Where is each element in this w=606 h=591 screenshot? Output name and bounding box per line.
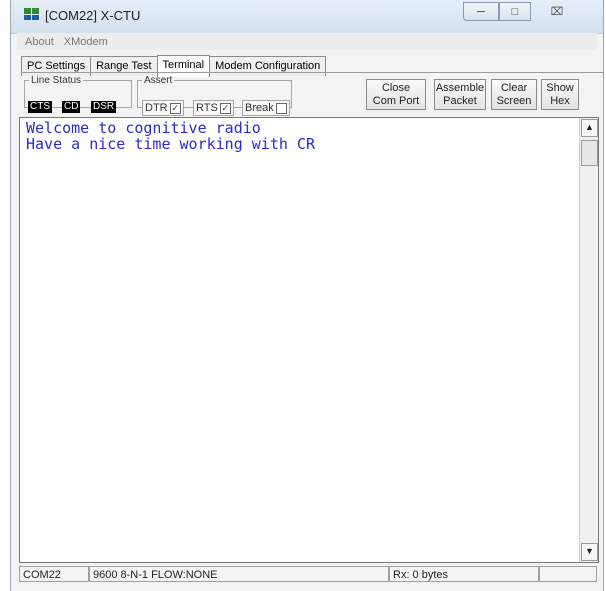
- status-extra: [539, 566, 597, 582]
- assemble-packet-line1: Assemble: [435, 82, 485, 94]
- window-title: [COM22] X-CTU: [45, 8, 141, 23]
- menu-bar: About XModem: [17, 33, 597, 50]
- terminal-output[interactable]: Welcome to cognitive radio Have a nice t…: [19, 117, 599, 563]
- terminal-text: Welcome to cognitive radio Have a nice t…: [26, 120, 315, 152]
- maximize-icon: □: [511, 5, 519, 18]
- assert-label: Assert: [144, 75, 173, 86]
- minimize-icon: ─: [477, 5, 485, 18]
- close-button[interactable]: ⌧: [531, 2, 583, 21]
- status-bar: COM22 9600 8-N-1 FLOW:NONE Rx: 0 bytes: [19, 566, 599, 584]
- window-controls: ─ □ ⌧: [463, 2, 593, 22]
- status-rx: Rx: 0 bytes: [389, 566, 539, 582]
- rts-label: RTS: [196, 102, 218, 114]
- rts-check-icon: ✓: [219, 102, 231, 114]
- break-check-icon: [275, 102, 287, 114]
- dtr-checkbox[interactable]: DTR ✓: [142, 100, 184, 116]
- terminal-line: Have a nice time working with CR: [26, 135, 315, 153]
- cts-indicator: CTS: [28, 101, 52, 113]
- arrow-down-icon: ▼: [585, 546, 594, 556]
- close-icon: ⌧: [550, 6, 564, 18]
- scroll-down-button[interactable]: ▼: [581, 543, 598, 561]
- dtr-check-icon: ✓: [169, 102, 181, 114]
- menu-about[interactable]: About: [25, 36, 54, 48]
- show-hex-line2: Hex: [550, 95, 570, 107]
- app-icon: [24, 8, 39, 20]
- cd-indicator: CD: [62, 101, 81, 113]
- assert-group: Assert DTR ✓ RTS ✓ Break: [137, 75, 292, 116]
- status-settings: 9600 8-N-1 FLOW:NONE: [89, 566, 389, 582]
- break-label: Break: [245, 102, 274, 114]
- vertical-scrollbar[interactable]: ▲ ▼: [579, 118, 598, 562]
- maximize-button[interactable]: □: [499, 2, 531, 21]
- close-com-port-line2: Com Port: [372, 95, 420, 107]
- close-com-port-button[interactable]: Close Com Port: [366, 79, 426, 110]
- scroll-thumb[interactable]: [581, 140, 598, 166]
- line-status-label: Line Status: [31, 75, 82, 86]
- terminal-toolbar: Line Status CTS CD DSR Assert DTR ✓ RTS ✓ …: [21, 72, 603, 117]
- close-com-port-line1: Close: [381, 82, 411, 94]
- assemble-packet-line2: Packet: [443, 95, 477, 107]
- dtr-label: DTR: [145, 102, 168, 114]
- clear-screen-button[interactable]: Clear Screen: [491, 79, 537, 110]
- assemble-packet-button[interactable]: Assemble Packet: [434, 79, 486, 110]
- show-hex-button[interactable]: Show Hex: [541, 79, 579, 110]
- clear-screen-line1: Clear: [500, 82, 528, 94]
- minimize-button[interactable]: ─: [463, 2, 499, 21]
- show-hex-line1: Show: [546, 82, 574, 94]
- clear-screen-line2: Screen: [496, 95, 532, 107]
- title-bar[interactable]: [COM22] X-CTU ─ □ ⌧: [11, 0, 603, 34]
- menu-xmodem[interactable]: XModem: [64, 36, 108, 48]
- dsr-indicator: DSR: [91, 101, 117, 113]
- break-checkbox[interactable]: Break: [242, 100, 290, 116]
- status-port: COM22: [19, 566, 89, 582]
- arrow-up-icon: ▲: [585, 122, 594, 132]
- scroll-up-button[interactable]: ▲: [581, 119, 598, 137]
- rts-checkbox[interactable]: RTS ✓: [193, 100, 234, 116]
- line-status-group: Line Status CTS CD DSR: [24, 75, 132, 113]
